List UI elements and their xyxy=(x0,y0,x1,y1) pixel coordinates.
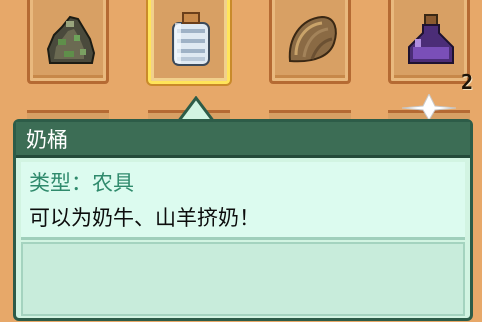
tooltip-header: 奶桶 xyxy=(16,122,470,158)
inventory-slot-milk-pail[interactable] xyxy=(148,0,230,84)
tooltip-item-type: 类型：农具 xyxy=(29,171,134,195)
tooltip-title: 奶桶 xyxy=(26,128,68,152)
sparkle-icon xyxy=(402,94,456,120)
tooltip-description: 可以为奶牛、山羊挤奶！ xyxy=(29,206,260,230)
item-tooltip: 奶桶 类型：农具 可以为奶牛、山羊挤奶！ xyxy=(13,119,473,321)
purple-potion-icon xyxy=(408,14,454,64)
inventory-slot-seed-sack[interactable] xyxy=(269,0,351,84)
inventory-slot-ore[interactable] xyxy=(27,0,109,84)
tooltip-body: 类型：农具 可以为奶牛、山羊挤奶！ xyxy=(21,162,465,240)
milk-pail-icon xyxy=(172,12,210,66)
seed-sack-icon xyxy=(288,15,337,63)
inventory-slot-purple-potion[interactable] xyxy=(388,0,470,84)
tooltip-footer xyxy=(21,242,465,316)
item-stack-count: 2 xyxy=(461,70,474,94)
ore-rock-icon xyxy=(46,15,96,64)
